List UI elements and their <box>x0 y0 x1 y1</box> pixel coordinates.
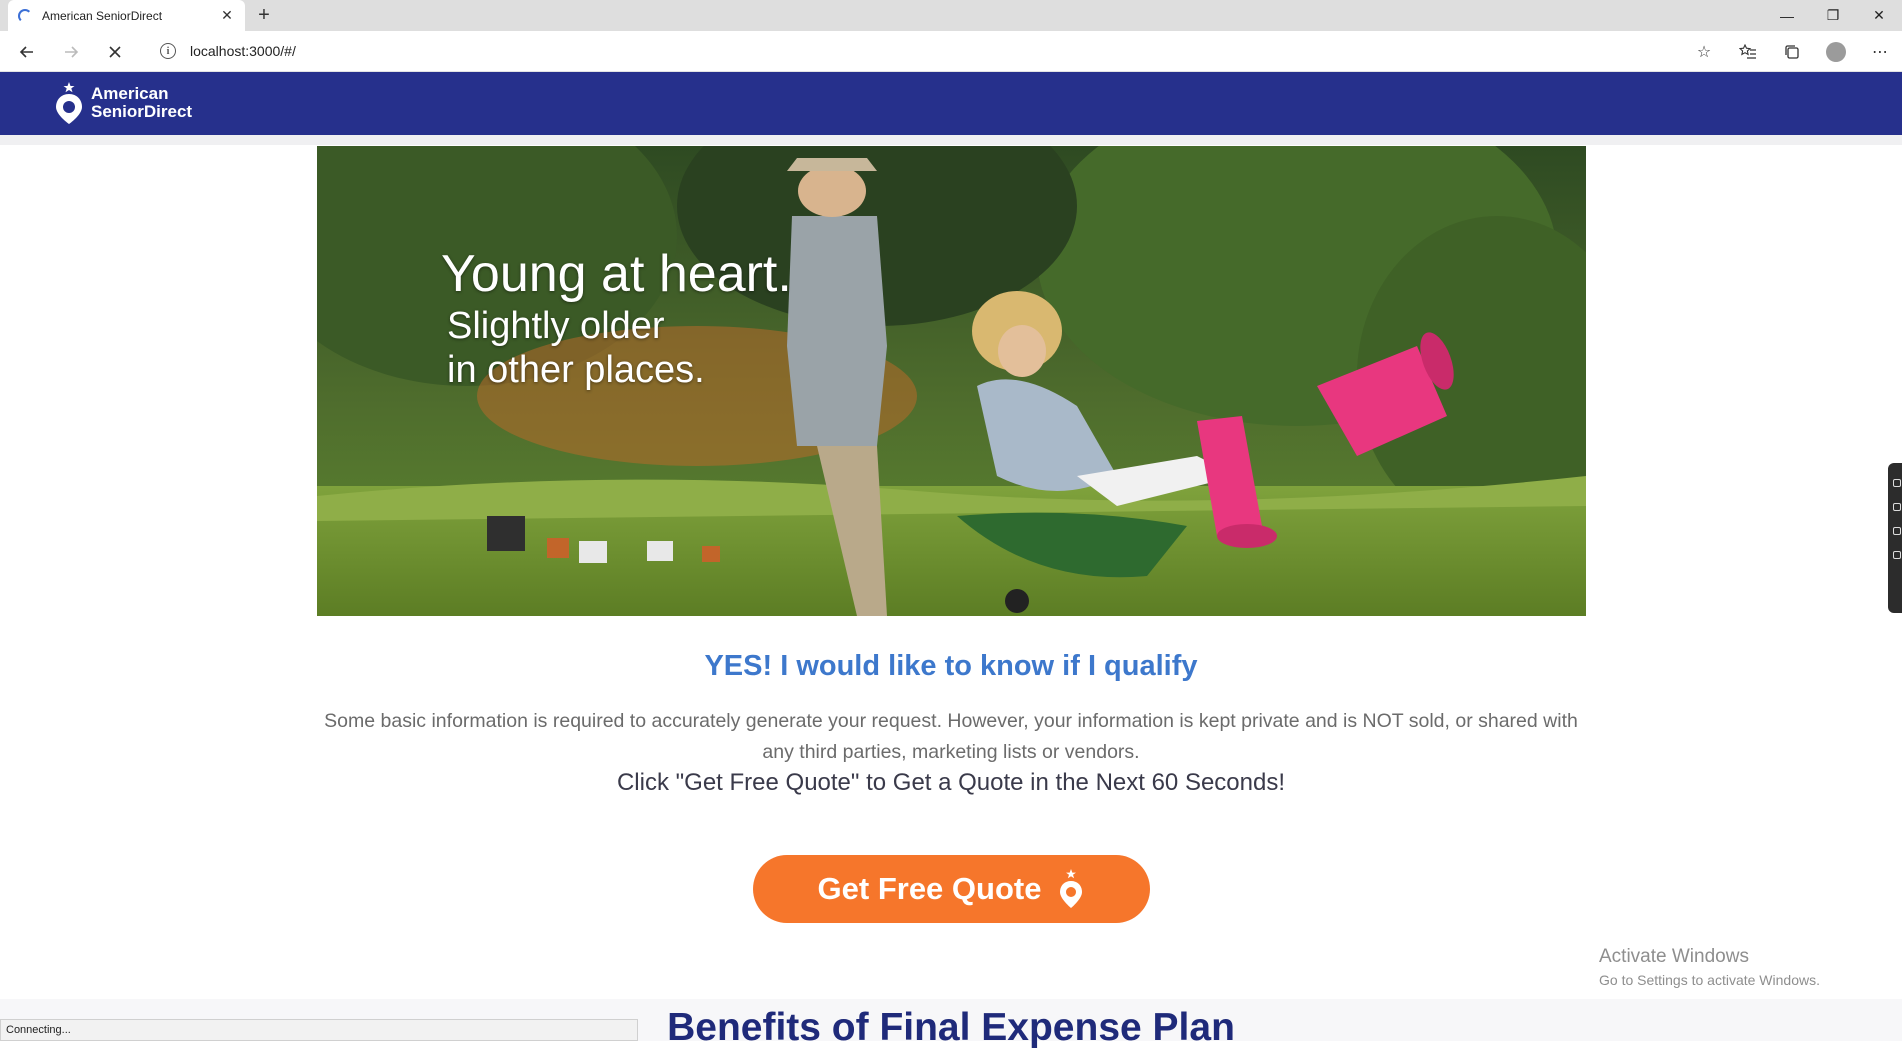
logo-text: American SeniorDirect <box>91 85 192 121</box>
url-text[interactable]: localhost:3000/#/ <box>190 43 296 59</box>
hero-line-1: Young at heart. <box>441 245 792 303</box>
hero-line-3: in other places. <box>447 349 705 391</box>
watermark-line-2: Go to Settings to activate Windows. <box>1599 972 1820 988</box>
favorite-star-icon[interactable]: ☆ <box>1682 37 1726 67</box>
site-header: American SeniorDirect <box>0 72 1902 135</box>
stop-button[interactable] <box>100 37 130 67</box>
quote-instruction: Click "Get Free Quote" to Get a Quote in… <box>616 769 1286 796</box>
logo-line-1: American <box>91 84 169 103</box>
restore-button[interactable]: ❐ <box>1810 0 1856 31</box>
stop-icon <box>109 46 121 58</box>
get-free-quote-button[interactable]: Get Free Quote <box>753 855 1150 923</box>
forward-button[interactable] <box>56 37 86 67</box>
back-button[interactable] <box>12 37 42 67</box>
back-arrow-icon <box>19 46 33 58</box>
favorites-list-icon[interactable] <box>1726 37 1770 67</box>
side-widget-icon[interactable] <box>1893 551 1901 559</box>
close-window-button[interactable]: ✕ <box>1856 0 1902 31</box>
browser-toolbar: i localhost:3000/#/ ☆ ⋯ <box>0 31 1902 72</box>
window-controls: — ❐ ✕ <box>1764 0 1902 31</box>
browser-tab[interactable]: American SeniorDirect ✕ <box>8 0 245 31</box>
windows-activation-watermark: Activate Windows Go to Settings to activ… <box>1599 946 1820 988</box>
browser-status-bar: Connecting... <box>0 1019 638 1041</box>
site-logo[interactable]: American SeniorDirect <box>53 80 192 126</box>
logo-pin-icon <box>56 82 82 124</box>
new-tab-button[interactable]: + <box>252 4 276 28</box>
cta-label: Get Free Quote <box>817 871 1042 906</box>
browser-titlebar: American SeniorDirect ✕ + — ❐ ✕ <box>0 0 1902 31</box>
collections-icon[interactable] <box>1770 37 1814 67</box>
toolbar-icons: ☆ ⋯ <box>1682 37 1902 67</box>
site-info-icon[interactable]: i <box>160 43 176 59</box>
forward-arrow-icon <box>65 46 79 58</box>
hero-image: Young at heart. Slightly older in other … <box>317 146 1586 616</box>
minimize-button[interactable]: — <box>1764 0 1810 31</box>
hero-tagline: Young at heart. Slightly older in other … <box>441 244 792 392</box>
side-widget-icon[interactable] <box>1893 479 1901 487</box>
side-toolbar-widget[interactable] <box>1888 463 1902 613</box>
profile-avatar-icon[interactable] <box>1814 37 1858 67</box>
logo-line-2: SeniorDirect <box>91 102 193 121</box>
side-widget-icon[interactable] <box>1893 527 1901 535</box>
hero-line-2: Slightly older <box>447 305 665 347</box>
header-divider <box>0 135 1902 145</box>
qualify-heading: YES! I would like to know if I qualify <box>704 650 1198 682</box>
watermark-line-1: Activate Windows <box>1599 946 1749 967</box>
side-widget-icon[interactable] <box>1893 503 1901 511</box>
tab-title: American SeniorDirect <box>42 8 163 23</box>
loading-spinner-icon <box>18 8 32 23</box>
pin-icon <box>1060 869 1083 908</box>
more-menu-icon[interactable]: ⋯ <box>1858 37 1902 67</box>
privacy-description: Some basic information is required to ac… <box>324 710 1578 763</box>
tab-close-icon[interactable]: ✕ <box>219 7 235 24</box>
address-bar[interactable]: i localhost:3000/#/ <box>150 36 1710 66</box>
